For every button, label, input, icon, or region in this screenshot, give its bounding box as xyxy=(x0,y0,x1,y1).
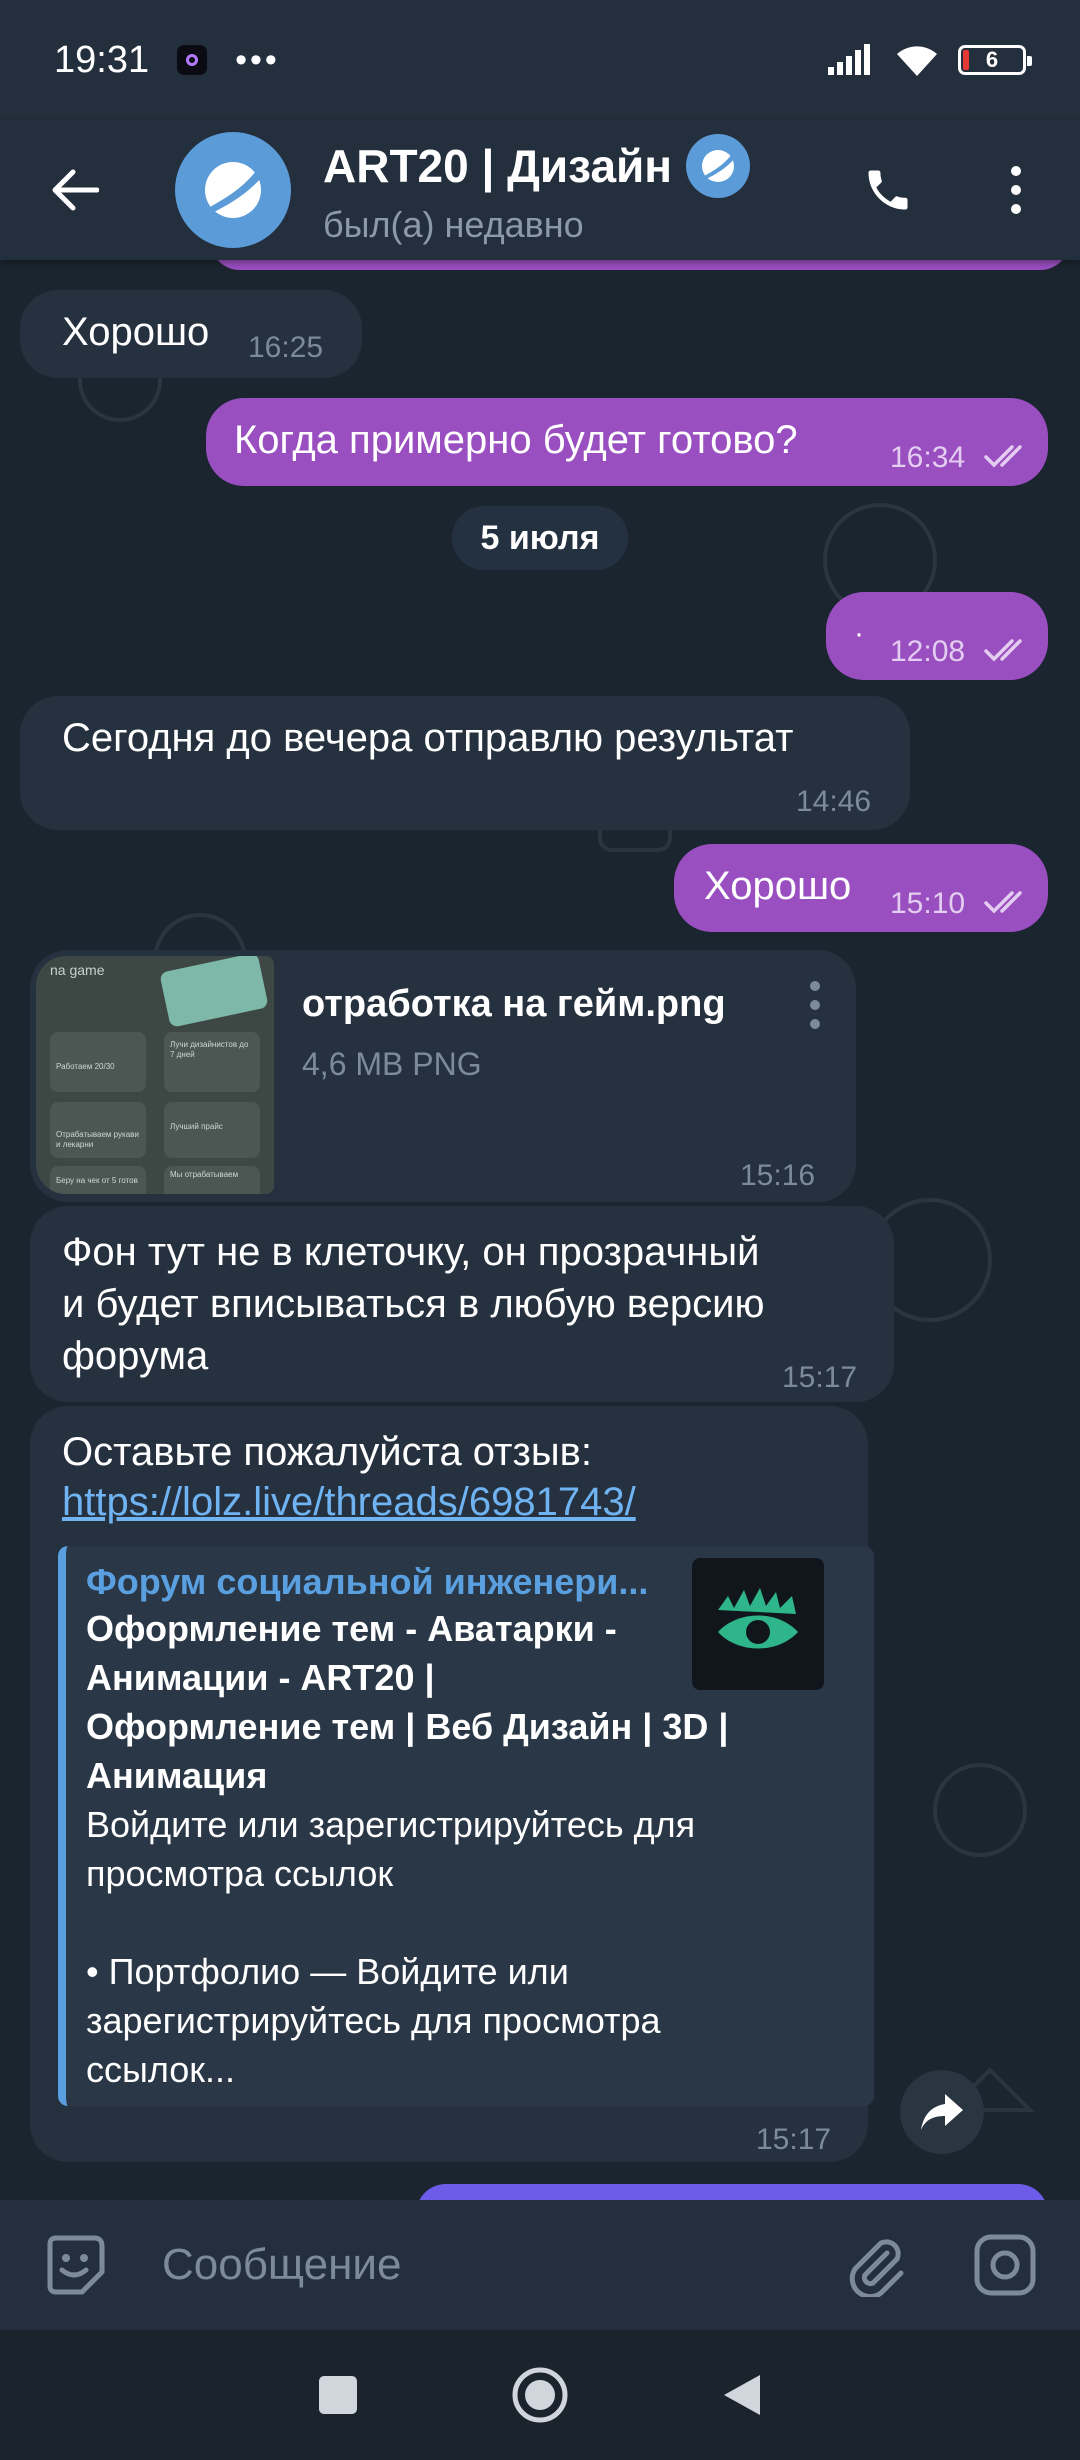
message-bubble-outgoing-partial[interactable] xyxy=(416,2184,1048,2200)
emoji-button[interactable] xyxy=(10,2200,140,2330)
attach-icon xyxy=(849,2239,904,2297)
call-button[interactable] xyxy=(824,120,952,260)
attach-button[interactable] xyxy=(810,2200,940,2330)
message-text: Хорошо xyxy=(62,310,210,354)
double-check-icon xyxy=(984,891,1022,914)
message-time: 15:17 xyxy=(782,1361,858,1394)
message-text-line: форума xyxy=(62,1334,209,1378)
more-notifications-icon: ••• xyxy=(235,40,280,79)
file-thumbnail[interactable]: na game Работаем 20/30 Лучи дизайнистов … xyxy=(36,956,274,1194)
thumb-card-text: Работаем 20/30 xyxy=(56,1062,115,1071)
message-bubble-outgoing[interactable]: Хорошо 15:10 xyxy=(674,844,1048,932)
notification-app-icon xyxy=(177,45,208,75)
wifi-icon xyxy=(897,46,937,76)
camera-icon xyxy=(974,2234,1036,2296)
thumbnail-caption: na game xyxy=(50,962,105,978)
message-text: Сегодня до вечера отправлю результат xyxy=(62,716,794,760)
message-time: 14:46 xyxy=(796,785,872,818)
system-nav-bar xyxy=(0,2330,1080,2460)
preview-title-line: Оформление тем | Веб Дизайн | 3D | xyxy=(86,1706,729,1747)
signal-icon xyxy=(828,44,870,75)
message-text: · xyxy=(854,617,864,650)
preview-title-line: Оформление тем - Аватарки - xyxy=(86,1608,617,1649)
preview-desc-line: ссылок... xyxy=(86,2049,236,2090)
battery-icon: 6 xyxy=(958,45,1032,75)
avatar[interactable] xyxy=(175,132,291,248)
chat-status: был(а) недавно xyxy=(323,204,584,245)
chat-title-block[interactable]: ART20 | Дизайн был(а) недавно xyxy=(323,134,751,246)
file-name: отработка на гейм.png xyxy=(302,983,726,1025)
chat-header: ART20 | Дизайн был(а) недавно xyxy=(0,120,1080,260)
message-bubble-incoming-link[interactable]: Оставьте пожалуйста отзыв: https://lolz.… xyxy=(30,1406,874,2162)
file-message[interactable]: na game Работаем 20/30 Лучи дизайнистов … xyxy=(30,950,856,1202)
system-back-icon[interactable] xyxy=(720,2371,764,2419)
recents-icon[interactable] xyxy=(316,2373,360,2417)
thumb-card-text: Мы отрабатываем xyxy=(170,1170,239,1179)
file-meta: 4,6 MB PNG xyxy=(302,1046,482,1082)
phone-icon xyxy=(868,170,908,210)
back-button[interactable] xyxy=(0,120,150,260)
message-time: 15:16 xyxy=(740,1159,816,1192)
message-bubble-incoming[interactable]: Фон тут не в клеточку, он прозрачный и б… xyxy=(30,1206,894,1402)
status-time: 19:31 xyxy=(54,38,150,81)
message-time: 15:10 xyxy=(890,887,966,920)
emoji-icon xyxy=(47,2235,105,2295)
preview-desc-line: Войдите или зарегистрируйтесь для xyxy=(86,1804,696,1845)
verified-icon xyxy=(686,134,751,198)
forward-button[interactable] xyxy=(900,2070,984,2154)
thread-link[interactable]: https://lolz.live/threads/6981743/ xyxy=(62,1476,636,1528)
message-text: Когда примерно будет готово? xyxy=(234,418,798,462)
message-bubble-outgoing[interactable]: Когда примерно будет готово? 16:34 xyxy=(206,398,1048,486)
more-vert-icon xyxy=(1011,166,1021,214)
back-arrow-icon xyxy=(52,169,99,211)
message-bubble-outgoing[interactable]: · 12:08 xyxy=(826,592,1048,680)
chat-area[interactable]: Хорошо 16:25 Когда примерно будет готово… xyxy=(0,260,1080,2200)
camera-button[interactable] xyxy=(940,2200,1070,2330)
message-bubble-outgoing-partial[interactable] xyxy=(210,260,1070,270)
eye-logo-icon xyxy=(718,1588,798,1649)
message-text: Хорошо xyxy=(704,864,852,908)
message-text-line: Фон тут не в клеточку, он прозрачный xyxy=(62,1230,760,1274)
preview-desc-line: просмотра ссылок xyxy=(86,1853,394,1894)
battery-level: 6 xyxy=(985,47,999,72)
message-text: Оставьте пожалуйста отзыв: xyxy=(62,1430,592,1474)
message-time: 16:34 xyxy=(890,441,966,474)
file-menu-icon[interactable] xyxy=(808,980,822,1030)
message-time: 16:25 xyxy=(248,331,324,364)
message-text-line: и будет вписываться в любую версию xyxy=(62,1282,765,1326)
preview-title-line: Анимации - ART20 | xyxy=(86,1657,435,1698)
thumb-card-text: Лучи дизайнистов до 7 дней xyxy=(170,1040,249,1059)
thumb-card-text: Отрабатываем рукави и лекарни xyxy=(56,1130,139,1149)
preview-thumbnail xyxy=(692,1558,824,1690)
preview-site-name: Форум социальной инженери... xyxy=(86,1561,649,1602)
double-check-icon xyxy=(984,639,1022,662)
date-separator: 5 июля xyxy=(452,506,628,570)
home-icon[interactable] xyxy=(510,2365,570,2425)
thumb-card-text: Беру на чек от 5 готов xyxy=(56,1176,138,1185)
avatar-logo-icon xyxy=(205,162,262,218)
message-time: 12:08 xyxy=(890,635,966,668)
preview-desc-line: зарегистрируйтесь для просмотра xyxy=(86,2000,661,2041)
message-input-bar: Сообщение xyxy=(0,2200,1080,2330)
message-input[interactable]: Сообщение xyxy=(162,2240,401,2290)
status-bar: 19:31 ••• 6 xyxy=(0,0,1080,120)
message-time: 15:17 xyxy=(756,2123,832,2156)
double-check-icon xyxy=(984,445,1022,468)
preview-desc-line: • Портфолио — Войдите или xyxy=(86,1951,569,1992)
more-button[interactable] xyxy=(952,120,1080,260)
link-preview[interactable]: Форум социальной инженери... Оформление … xyxy=(58,1546,874,2106)
chat-title: ART20 | Дизайн xyxy=(323,140,673,192)
preview-title-line: Анимация xyxy=(86,1755,268,1796)
thumb-card-text: Лучший прайс xyxy=(170,1122,223,1131)
forward-icon xyxy=(921,2094,963,2130)
message-bubble-incoming[interactable]: Хорошо 16:25 xyxy=(20,290,362,378)
message-bubble-incoming[interactable]: Сегодня до вечера отправлю результат 14:… xyxy=(20,696,910,830)
